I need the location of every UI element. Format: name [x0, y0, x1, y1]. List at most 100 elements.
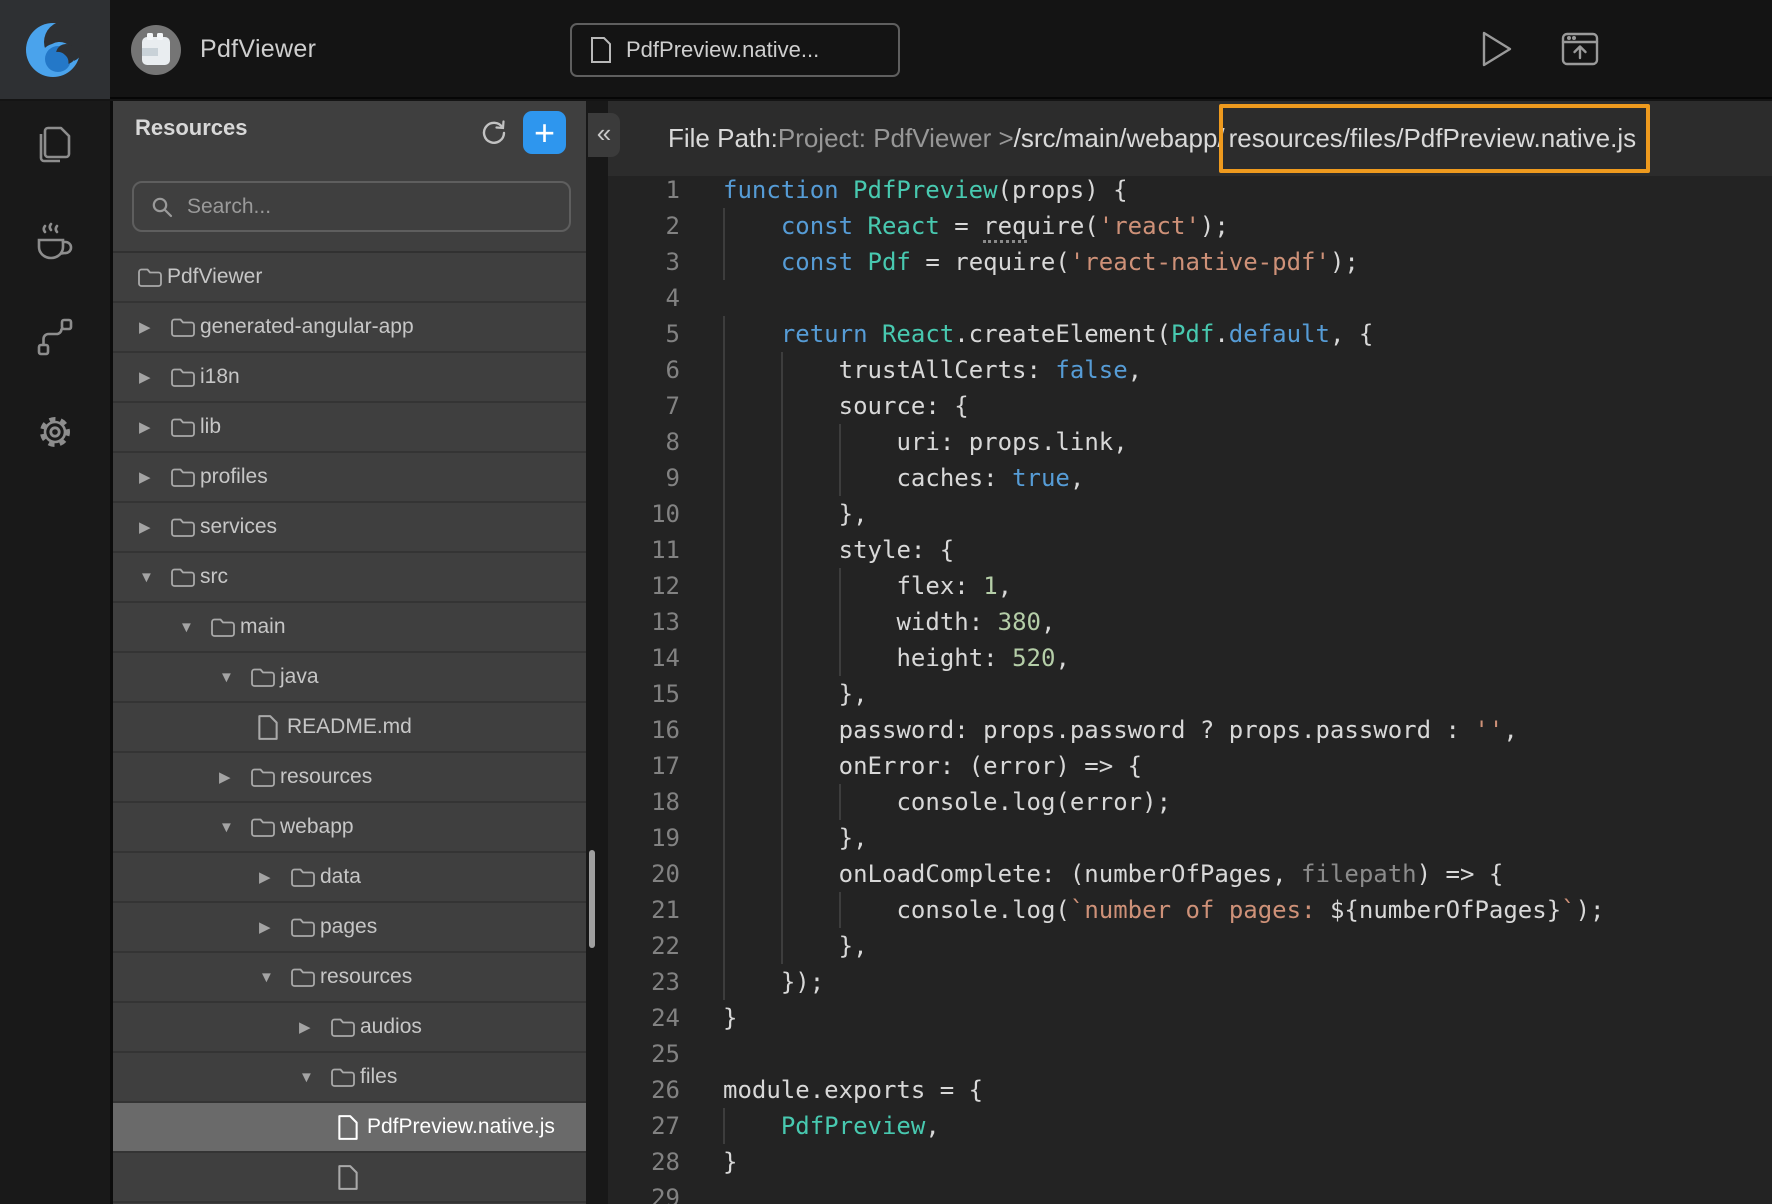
chevron-down-icon[interactable]: ▼ — [217, 669, 250, 686]
tree-folder-resources[interactable]: ▼ resources — [113, 953, 586, 1003]
tree-file-README.md[interactable]: README.md — [113, 703, 586, 753]
chevron-right-icon[interactable]: ▶ — [257, 868, 290, 886]
search-input[interactable]: Search... — [132, 181, 571, 232]
chevron-down-icon[interactable]: ▼ — [217, 819, 250, 836]
folder-icon — [170, 565, 200, 589]
add-resource-button[interactable]: + — [523, 111, 566, 154]
code-line-24: 24} — [608, 1000, 1772, 1036]
folder-icon — [170, 365, 200, 389]
tree-item-label: files — [360, 1065, 397, 1089]
code-line-19: 19}, — [608, 820, 1772, 856]
settings-button[interactable] — [0, 396, 110, 468]
tree-item-label: PdfPreview.native.js — [367, 1115, 555, 1139]
code-line-25: 25 — [608, 1036, 1772, 1072]
code-line-9: 9caches: true, — [608, 460, 1772, 496]
file-icon — [337, 1164, 367, 1191]
code-text: module.exports = { — [680, 1072, 983, 1108]
tree-folder-main[interactable]: ▼main — [113, 603, 586, 653]
line-number: 4 — [608, 280, 680, 316]
pages-button[interactable] — [0, 107, 110, 179]
file-path-project: Project: PdfViewer > — [778, 123, 1014, 154]
line-number: 24 — [608, 1000, 680, 1036]
tree-folder-webapp[interactable]: ▼webapp — [113, 803, 586, 853]
chevron-right-icon[interactable]: ▶ — [137, 518, 170, 536]
folder-icon — [290, 965, 320, 989]
tree-scrollbar[interactable] — [589, 850, 595, 948]
tree-folder-generated-angular-app[interactable]: ▶generated-angular-app — [113, 303, 586, 353]
tree-folder-files[interactable]: ▼ files — [113, 1053, 586, 1103]
line-number: 19 — [608, 820, 680, 856]
code-text — [680, 1180, 723, 1204]
code-text: source: { — [680, 388, 969, 424]
chevron-right-icon[interactable]: ▶ — [137, 368, 170, 386]
chevron-right-icon[interactable]: ▶ — [137, 318, 170, 336]
project-avatar-icon — [130, 24, 182, 76]
line-number: 3 — [608, 244, 680, 280]
chevron-right-icon[interactable]: ▶ — [297, 1018, 330, 1036]
tree-file-PdfPreview.native.js[interactable]: PdfPreview.native.js — [113, 1103, 586, 1153]
code-line-13: 13width: 380, — [608, 604, 1772, 640]
tree-folder-java[interactable]: ▼java — [113, 653, 586, 703]
coffee-icon — [31, 218, 79, 264]
chevron-down-icon[interactable]: ▼ — [137, 569, 170, 586]
code-text — [680, 1036, 723, 1072]
tree-folder-audios[interactable]: ▶ audios — [113, 1003, 586, 1053]
collapse-panel-button[interactable]: « — [588, 113, 620, 157]
panel-edge-strip — [586, 101, 608, 1204]
line-number: 2 — [608, 208, 680, 244]
code-line-4: 4 — [608, 280, 1772, 316]
code-text: } — [680, 1000, 737, 1036]
tree-folder-i18n[interactable]: ▶i18n — [113, 353, 586, 403]
run-button[interactable] — [1474, 26, 1520, 72]
tree-folder-pages[interactable]: ▶pages — [113, 903, 586, 953]
open-file-tab[interactable]: PdfPreview.native... — [570, 23, 900, 77]
folder-icon — [290, 865, 320, 889]
tree-folder-lib[interactable]: ▶ lib — [113, 403, 586, 453]
header-bar: PdfViewer PdfPreview.native... — [0, 0, 1772, 99]
tree-folder-PdfViewer[interactable]: PdfViewer — [113, 253, 586, 303]
tree-folder-src[interactable]: ▼src — [113, 553, 586, 603]
tree-item-label: audios — [360, 1015, 422, 1039]
folder-icon — [290, 915, 320, 939]
code-line-21: 21console.log(`number of pages: ${number… — [608, 892, 1772, 928]
resources-panel: Resources + Search... PdfViewer▶generate… — [113, 101, 586, 1204]
line-number: 23 — [608, 964, 680, 1000]
tree-file-partial[interactable] — [113, 1153, 586, 1203]
chevron-down-icon[interactable]: ▼ — [257, 969, 290, 986]
flow-button[interactable] — [0, 301, 110, 373]
code-line-14: 14height: 520, — [608, 640, 1772, 676]
chevron-double-left-icon: « — [597, 118, 611, 149]
code-line-16: 16password: props.password ? props.passw… — [608, 712, 1772, 748]
tree-folder-resources[interactable]: ▶resources — [113, 753, 586, 803]
line-number: 17 — [608, 748, 680, 784]
line-number: 26 — [608, 1072, 680, 1108]
java-runtime-button[interactable] — [0, 205, 110, 277]
tree-item-label: resources — [320, 965, 412, 989]
code-editor[interactable]: 1function PdfPreview(props) {2const Reac… — [608, 172, 1772, 1204]
app-logo-tile[interactable] — [0, 0, 110, 99]
chevron-down-icon[interactable]: ▼ — [177, 619, 210, 636]
editor-area: File Path: Project: PdfViewer > /src/mai… — [586, 101, 1772, 1204]
chevron-right-icon[interactable]: ▶ — [137, 468, 170, 486]
code-line-29: 29 — [608, 1180, 1772, 1204]
chevron-right-icon[interactable]: ▶ — [257, 918, 290, 936]
tree-item-label: PdfViewer — [167, 265, 262, 289]
code-line-8: 8uri: props.link, — [608, 424, 1772, 460]
tree-folder-services[interactable]: ▶services — [113, 503, 586, 553]
file-path-label: File Path: — [668, 123, 778, 154]
publish-button[interactable] — [1557, 26, 1603, 72]
line-number: 5 — [608, 316, 680, 352]
file-tree: PdfViewer▶generated-angular-app▶i18n▶lib… — [113, 251, 586, 1203]
chevron-right-icon[interactable]: ▶ — [217, 768, 250, 786]
chevron-right-icon[interactable]: ▶ — [137, 418, 170, 436]
tree-item-label: lib — [200, 415, 221, 439]
tree-item-label: profiles — [200, 465, 268, 489]
line-number: 8 — [608, 424, 680, 460]
code-line-11: 11style: { — [608, 532, 1772, 568]
file-path-bar: File Path: Project: PdfViewer > /src/mai… — [608, 101, 1772, 176]
tree-folder-data[interactable]: ▶data — [113, 853, 586, 903]
chevron-down-icon[interactable]: ▼ — [297, 1069, 330, 1086]
refresh-button[interactable] — [476, 115, 512, 151]
tree-folder-profiles[interactable]: ▶ profiles — [113, 453, 586, 503]
line-number: 27 — [608, 1108, 680, 1144]
